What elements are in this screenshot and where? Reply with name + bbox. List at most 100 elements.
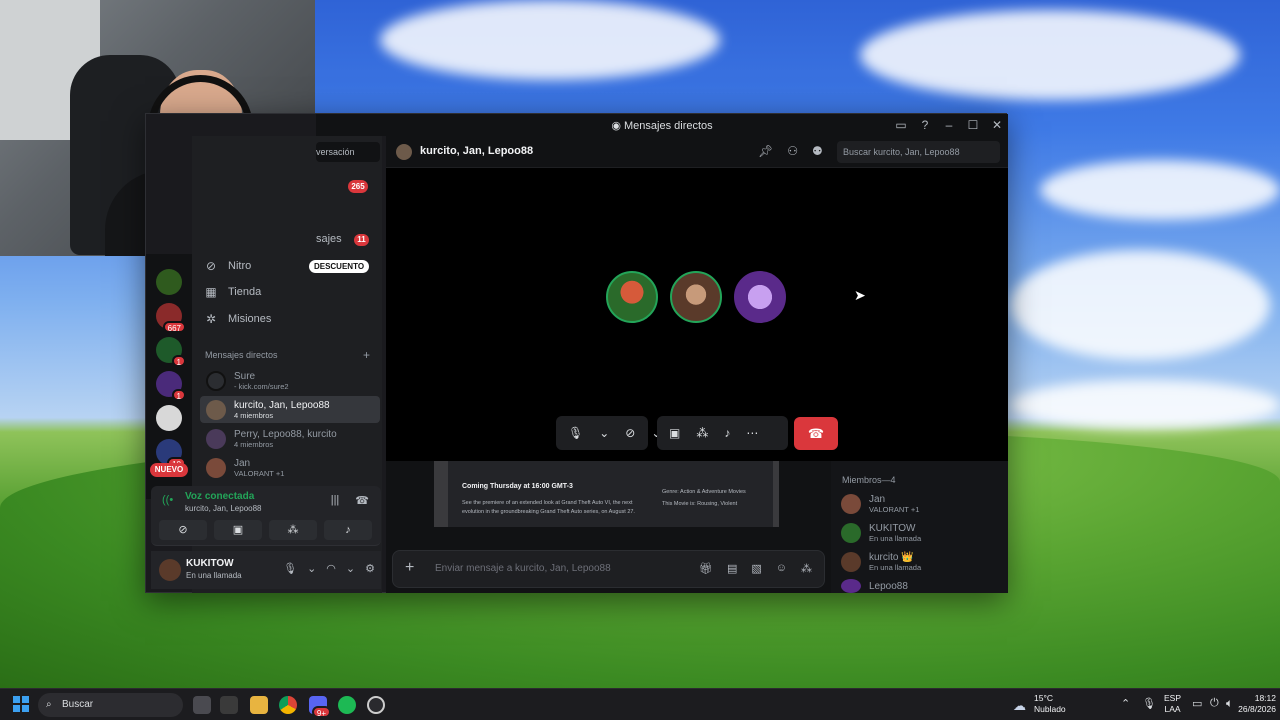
chat-header: kurcito, Jan, Lepoo88 📌︎ ⚇ ⚉ Buscar kurc… bbox=[386, 136, 1008, 168]
find-conversation-button[interactable]: versación bbox=[316, 142, 380, 162]
server-icon[interactable]: 1 bbox=[156, 337, 186, 367]
signal-icon[interactable]: ((• bbox=[162, 494, 173, 506]
voice-channel[interactable]: kurcito, Jan, Lepoo88 bbox=[185, 504, 262, 513]
dm-item-active[interactable]: kurcito, Jan, Lepoo88 4 miembros bbox=[200, 396, 380, 423]
members-list-icon[interactable]: ⚉ bbox=[812, 144, 823, 158]
window-title-text: Mensajes directos bbox=[624, 119, 713, 132]
gif-icon[interactable]: ▤ bbox=[727, 562, 737, 575]
dm-item[interactable]: Perry, Lepoo88, kurcito 4 miembros bbox=[200, 425, 380, 452]
member-item[interactable]: kurcito 👑 En una llamada bbox=[841, 552, 921, 572]
avatar bbox=[206, 370, 226, 391]
dm-item[interactable]: Jan VALORANT +1 bbox=[200, 454, 380, 481]
maximize-icon[interactable]: ☐ bbox=[966, 118, 980, 132]
obs-icon[interactable] bbox=[367, 696, 385, 714]
disconnect-icon[interactable]: ☎ bbox=[355, 494, 369, 507]
server-icon[interactable]: 10 bbox=[156, 439, 186, 469]
chevron-down-icon[interactable]: ⌄ bbox=[599, 426, 609, 440]
server-icon[interactable] bbox=[156, 405, 182, 431]
taskbar-search-label: Buscar bbox=[62, 699, 94, 710]
member-item[interactable]: Lepoo88 bbox=[841, 579, 908, 593]
avatar bbox=[841, 494, 861, 514]
language-code: ESP bbox=[1164, 693, 1182, 703]
voice-controls: ||| ☎ bbox=[331, 494, 369, 507]
microphone-icon[interactable]: 🎙︎ bbox=[283, 562, 297, 575]
embed-meta: Genre: Action & Adventure Movies This Mo… bbox=[662, 486, 746, 510]
member-item[interactable]: KUKITOW En una llamada bbox=[841, 523, 921, 543]
help-icon[interactable]: ? bbox=[918, 118, 932, 132]
hang-up-button[interactable]: ☎ bbox=[794, 417, 838, 450]
participant-avatar[interactable] bbox=[734, 271, 786, 323]
dm-status: 4 miembros bbox=[234, 439, 274, 449]
message-input[interactable]: Enviar mensaje a kurcito, Jan, Lepoo88 bbox=[435, 563, 611, 574]
language-indicator[interactable]: ESP LAA bbox=[1164, 693, 1181, 715]
chrome-icon[interactable] bbox=[279, 696, 297, 714]
clock[interactable]: 18:12 26/8/2026 bbox=[1226, 693, 1276, 715]
taskbar-search[interactable]: ⌕ Buscar bbox=[38, 693, 183, 717]
apps-icon[interactable]: ⁂ bbox=[801, 562, 812, 575]
app-icon[interactable] bbox=[220, 696, 238, 714]
settings-gear-icon[interactable]: ⚙ bbox=[365, 562, 375, 575]
clock-date: 26/8/2026 bbox=[1238, 704, 1276, 714]
sticker-icon[interactable]: ▧ bbox=[751, 562, 761, 575]
activities-button[interactable]: ⁂ bbox=[269, 520, 317, 540]
participant-avatar[interactable] bbox=[606, 271, 658, 323]
camera-off-button[interactable]: ⊘ bbox=[159, 520, 207, 540]
soundboard-icon[interactable]: ♪ bbox=[724, 426, 730, 440]
spotify-icon[interactable] bbox=[338, 696, 356, 714]
member-name: kurcito 👑 bbox=[869, 552, 914, 563]
nav-shop[interactable]: ▦ Tienda bbox=[204, 280, 261, 304]
add-friends-icon[interactable]: ⚇ bbox=[787, 144, 798, 158]
members-panel: Miembros—4 Jan VALORANT +1 KUKITOW En una … bbox=[831, 461, 1008, 593]
more-options-icon[interactable]: ⋯ bbox=[746, 426, 758, 440]
add-dm-button[interactable]: + bbox=[363, 348, 370, 362]
nav-nitro[interactable]: ⊘ Nitro bbox=[204, 254, 251, 278]
titlebar: ◉ Mensajes directos ▭ ? – ☐ ✕ bbox=[316, 114, 1008, 136]
emoji-icon[interactable]: ☺ bbox=[776, 562, 787, 575]
member-item[interactable]: Jan VALORANT +1 bbox=[841, 494, 919, 514]
close-icon[interactable]: ✕ bbox=[990, 118, 1004, 132]
soundboard-button[interactable]: ♪ bbox=[324, 520, 372, 540]
member-status: En una llamada bbox=[869, 534, 922, 543]
gift-icon[interactable]: 🎁︎ bbox=[699, 562, 713, 575]
camera-off-icon[interactable]: ⊘ bbox=[625, 426, 635, 440]
screen-share-icon[interactable]: ▣ bbox=[669, 426, 680, 440]
headphones-icon[interactable]: ◠ bbox=[326, 562, 336, 575]
screen-share-button[interactable]: ▣ bbox=[214, 520, 262, 540]
server-icon[interactable] bbox=[156, 269, 182, 295]
mouse-cursor-icon: ➤ bbox=[854, 287, 866, 303]
server-icon[interactable]: 1 bbox=[156, 371, 186, 401]
minimize-icon[interactable]: – bbox=[942, 118, 956, 132]
message-embed[interactable]: Coming Thursday at 16:00 GMT-3 See the p… bbox=[434, 461, 779, 527]
mensajes-label[interactable]: sajes bbox=[316, 233, 342, 245]
user-avatar[interactable] bbox=[159, 559, 181, 581]
microphone-icon[interactable]: 🎙︎ bbox=[568, 426, 583, 440]
avatar bbox=[206, 428, 226, 449]
participant-avatar[interactable] bbox=[670, 271, 722, 323]
file-explorer-icon[interactable] bbox=[250, 696, 268, 714]
search-icon: ⌕ bbox=[46, 699, 52, 710]
server-icon[interactable]: 667 bbox=[156, 303, 186, 333]
user-status: En una llamada bbox=[186, 571, 242, 580]
dm-name: Jan bbox=[234, 457, 251, 469]
power-icon[interactable]: ⏻ bbox=[1210, 697, 1219, 710]
chevron-up-icon[interactable]: ⌃ bbox=[1121, 697, 1130, 710]
server-badge: 667 bbox=[162, 321, 186, 333]
pin-icon[interactable]: 📌︎ bbox=[758, 144, 773, 158]
inbox-icon[interactable]: ▭ bbox=[894, 118, 908, 132]
chevron-down-icon[interactable]: ⌄ bbox=[346, 562, 355, 575]
nav-quests[interactable]: ✲ Misiones bbox=[204, 307, 271, 331]
weather-widget[interactable]: 15°C Nublado bbox=[1034, 693, 1066, 715]
search-input[interactable]: Buscar kurcito, Jan, Lepoo88 bbox=[837, 141, 1000, 163]
noise-suppression-icon[interactable]: ||| bbox=[331, 494, 340, 507]
main-call-area: kurcito, Jan, Lepoo88 📌︎ ⚇ ⚉ Buscar kurc… bbox=[386, 136, 1008, 593]
chevron-down-icon[interactable]: ⌄ bbox=[307, 562, 316, 575]
activities-icon[interactable]: ⁂ bbox=[696, 426, 708, 440]
task-view-icon[interactable] bbox=[193, 696, 211, 714]
microphone-icon[interactable]: 🎙︎ bbox=[1142, 697, 1156, 710]
dm-item[interactable]: Sure - kick.com/sure2 bbox=[200, 367, 380, 394]
windows-start-icon[interactable] bbox=[13, 696, 29, 712]
discord-icon[interactable]: 9+ bbox=[309, 696, 331, 718]
new-badge: NUEVO bbox=[150, 463, 188, 477]
network-icon[interactable]: ▭ bbox=[1192, 697, 1202, 710]
add-attachment-icon[interactable]: + bbox=[405, 559, 414, 577]
